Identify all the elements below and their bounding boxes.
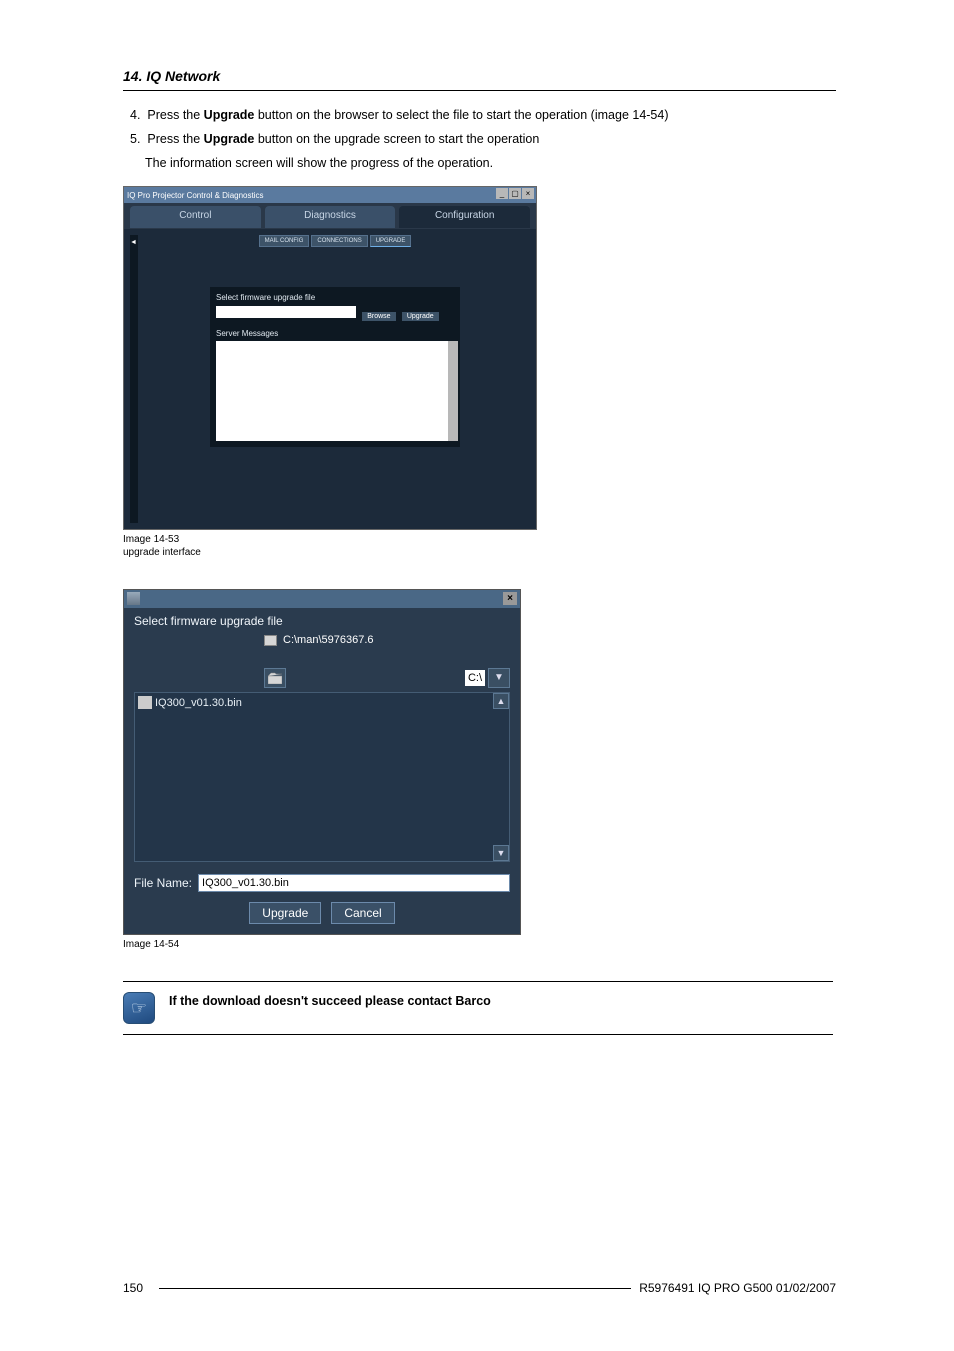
scroll-down-icon[interactable]: ▼: [493, 845, 509, 861]
step-5: 5. Press the Upgrade button on the upgra…: [145, 132, 836, 146]
page-number: 150: [123, 1281, 143, 1295]
select-file-label: Select firmware upgrade file: [216, 293, 454, 302]
current-path: C:\man\5976367.6: [264, 634, 510, 646]
upgrade-nav-button[interactable]: UPGRADE: [370, 235, 412, 247]
file-list[interactable]: IQ300_v01.30.bin ▲ ▼: [134, 692, 510, 862]
server-messages-area: [216, 341, 448, 441]
upgrade-button[interactable]: Upgrade: [402, 312, 439, 321]
page-content: 4. Press the Upgrade button on the brows…: [123, 108, 836, 1035]
tab-row: Control Diagnostics Configuration: [124, 203, 536, 229]
browse-button[interactable]: Browse: [362, 312, 395, 321]
caption-14-54: Image 14-54: [123, 938, 836, 951]
screenshot-browser-window: IQ Pro Projector Control & Diagnostics _…: [123, 186, 537, 530]
drive-dropdown-button[interactable]: ▼: [488, 668, 510, 688]
drive-label: C:\: [465, 670, 485, 686]
page-header: 14. IQ Network: [123, 68, 836, 91]
maximize-icon[interactable]: ▢: [509, 188, 521, 199]
dialog-cancel-button[interactable]: Cancel: [331, 902, 394, 924]
dialog-titlebar: ×: [124, 590, 520, 608]
caption-14-53: Image 14-53 upgrade interface: [123, 533, 836, 559]
titlebar: IQ Pro Projector Control & Diagnostics _…: [124, 187, 536, 203]
filename-input[interactable]: [198, 874, 510, 892]
tab-configuration[interactable]: Configuration: [399, 206, 530, 228]
window-title: IQ Pro Projector Control & Diagnostics: [127, 191, 264, 200]
scrollbar[interactable]: [448, 341, 458, 441]
tab-diagnostics[interactable]: Diagnostics: [265, 206, 396, 228]
close-icon[interactable]: ×: [503, 592, 517, 605]
server-messages-label: Server Messages: [216, 329, 454, 338]
note-text: If the download doesn't succeed please c…: [169, 992, 491, 1008]
footer-rule: [159, 1288, 631, 1289]
file-icon: [138, 696, 152, 709]
file-path-input[interactable]: [216, 306, 356, 318]
close-icon[interactable]: ×: [522, 188, 534, 199]
step-5-sub: The information screen will show the pro…: [145, 156, 836, 170]
dialog-heading: Select firmware upgrade file: [134, 614, 510, 628]
note-icon: ☞: [123, 992, 155, 1024]
doc-id: R5976491 IQ PRO G500 01/02/2007: [639, 1281, 836, 1295]
step-4: 4. Press the Upgrade button on the brows…: [145, 108, 836, 122]
mail-config-button[interactable]: MAIL CONFIG: [259, 235, 310, 247]
collapse-handle[interactable]: [130, 235, 138, 523]
connections-button[interactable]: CONNECTIONS: [311, 235, 367, 247]
screenshot-file-dialog: × Select firmware upgrade file C:\man\59…: [123, 589, 521, 935]
dialog-upgrade-button[interactable]: Upgrade: [249, 902, 321, 924]
folder-icon: [264, 635, 277, 646]
up-folder-button[interactable]: [264, 668, 286, 688]
filename-label: File Name:: [134, 876, 192, 890]
tab-control[interactable]: Control: [130, 206, 261, 228]
note-block: ☞ If the download doesn't succeed please…: [123, 981, 833, 1035]
page-footer: 150 R5976491 IQ PRO G500 01/02/2007: [123, 1281, 836, 1295]
scroll-up-icon[interactable]: ▲: [493, 693, 509, 709]
list-item[interactable]: IQ300_v01.30.bin: [138, 696, 506, 709]
app-icon: [127, 592, 140, 605]
minimize-icon[interactable]: _: [496, 188, 508, 199]
section-title: 14. IQ Network: [123, 68, 220, 84]
